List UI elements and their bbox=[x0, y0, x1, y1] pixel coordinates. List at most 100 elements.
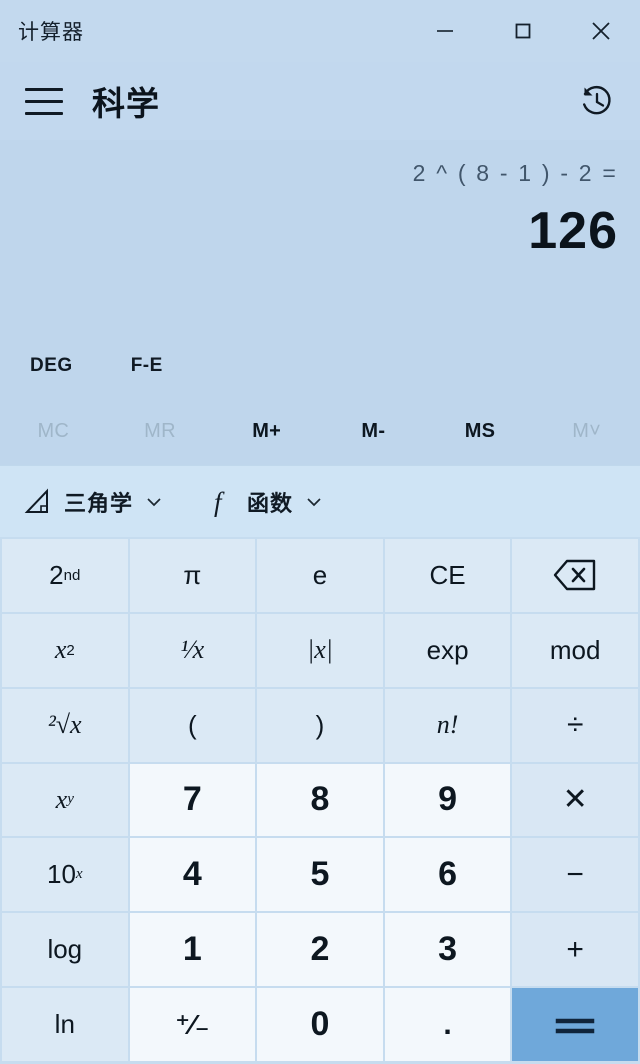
key-clear-entry[interactable]: CE bbox=[384, 539, 511, 612]
key-square[interactable]: x2 bbox=[2, 613, 128, 687]
key-label: ⁺⁄₋ bbox=[175, 1009, 210, 1041]
memory-subtract-button[interactable]: M- bbox=[320, 420, 427, 443]
history-button[interactable] bbox=[568, 73, 624, 129]
page-title: 科学 bbox=[92, 85, 160, 122]
key-label: CE bbox=[429, 559, 466, 590]
key-pi[interactable]: π bbox=[129, 539, 256, 612]
backspace-icon bbox=[553, 560, 596, 591]
key-label: 5 bbox=[310, 855, 330, 894]
angle-unit-toggle[interactable]: DEG bbox=[30, 355, 73, 377]
memory-row: MC MR M+ M- MS M˅ bbox=[0, 397, 640, 465]
function-label: 函数 bbox=[247, 490, 294, 516]
key-backspace[interactable] bbox=[512, 539, 638, 612]
key-square-root[interactable]: ²√x bbox=[2, 688, 128, 762]
svg-text:f: f bbox=[214, 487, 225, 517]
toggle-row: DEG F-E bbox=[0, 335, 640, 397]
trigonometry-label: 三角学 bbox=[64, 490, 134, 516]
key-digit-2[interactable]: 2 bbox=[257, 913, 383, 987]
key-log-base-10[interactable]: log bbox=[2, 913, 128, 987]
minimize-icon bbox=[437, 30, 453, 32]
key-label: ✕ bbox=[562, 783, 588, 817]
key-open-paren[interactable]: ( bbox=[129, 688, 256, 762]
function-menu[interactable]: f 函数 bbox=[209, 486, 323, 518]
chevron-down-icon bbox=[145, 493, 163, 511]
key-label: exp bbox=[426, 634, 469, 665]
key-decimal-point[interactable]: . bbox=[384, 988, 511, 1061]
minimize-button[interactable] bbox=[406, 0, 484, 62]
close-button[interactable] bbox=[562, 0, 640, 62]
fixed-exponential-toggle[interactable]: F-E bbox=[131, 355, 163, 377]
key-add[interactable]: + bbox=[512, 913, 638, 987]
key-label: 2 bbox=[310, 930, 330, 969]
function-f-icon: f bbox=[209, 486, 235, 518]
key-label: − bbox=[566, 857, 584, 891]
key-label: ln bbox=[54, 1009, 75, 1040]
key-modulo[interactable]: mod bbox=[512, 613, 638, 687]
key-label: ¹⁄x bbox=[180, 635, 205, 665]
key-label: π bbox=[183, 559, 202, 590]
result-value[interactable]: 126 bbox=[528, 198, 618, 264]
hamburger-icon bbox=[25, 87, 63, 115]
title-bar: 计算器 bbox=[0, 0, 640, 62]
key-second-function[interactable]: 2nd bbox=[2, 539, 128, 612]
key-label: 4 bbox=[182, 855, 202, 894]
key-label: log bbox=[47, 934, 83, 965]
key-natural-log[interactable]: ln bbox=[2, 988, 128, 1061]
key-digit-3[interactable]: 3 bbox=[384, 913, 511, 987]
key-reciprocal[interactable]: ¹⁄x bbox=[129, 613, 256, 687]
memory-add-button[interactable]: M+ bbox=[213, 420, 320, 443]
key-label: 3 bbox=[438, 930, 458, 969]
key-divide[interactable]: ÷ bbox=[512, 688, 638, 762]
key-digit-7[interactable]: 7 bbox=[129, 763, 256, 837]
key-superscript: x bbox=[75, 866, 83, 883]
window-title: 计算器 bbox=[18, 21, 84, 44]
key-exponent[interactable]: exp bbox=[384, 613, 511, 687]
key-digit-5[interactable]: 5 bbox=[257, 838, 383, 912]
key-equals[interactable] bbox=[512, 988, 638, 1061]
key-label: x bbox=[54, 635, 67, 665]
memory-store-button[interactable]: MS bbox=[427, 420, 534, 443]
key-label: + bbox=[566, 932, 584, 966]
key-euler-e[interactable]: e bbox=[257, 539, 383, 612]
close-icon bbox=[592, 22, 610, 40]
key-absolute-value[interactable]: |x| bbox=[257, 613, 383, 687]
key-label: . bbox=[443, 1007, 452, 1041]
key-digit-1[interactable]: 1 bbox=[129, 913, 256, 987]
key-digit-4[interactable]: 4 bbox=[129, 838, 256, 912]
key-label: 1 bbox=[182, 930, 202, 969]
key-multiply[interactable]: ✕ bbox=[512, 763, 638, 837]
history-icon bbox=[583, 85, 611, 115]
key-label: 8 bbox=[310, 780, 330, 819]
key-label: mod bbox=[549, 634, 601, 665]
key-label: e bbox=[312, 559, 328, 590]
key-label: ) bbox=[315, 709, 325, 740]
keypad: 2nd π e CE x 2 ¹⁄x |x| exp mod ²√x() n! ÷ x y 7 8 9 ✕ 10 x 4 5… bbox=[0, 537, 640, 1064]
key-label: |x| bbox=[307, 635, 333, 665]
key-ten-power-x[interactable]: 10 x bbox=[2, 838, 128, 912]
key-superscript: nd bbox=[63, 566, 81, 584]
key-close-paren[interactable]: ) bbox=[257, 688, 383, 762]
memory-clear-button: MC bbox=[37, 419, 70, 442]
key-digit-6[interactable]: 6 bbox=[384, 838, 511, 912]
maximize-icon bbox=[515, 23, 531, 39]
trigonometry-menu[interactable]: 三角学 bbox=[22, 486, 163, 518]
key-label: 9 bbox=[438, 780, 458, 819]
function-toolbar: 三角学 f 函数 bbox=[0, 465, 640, 537]
key-x-power-y[interactable]: xy bbox=[2, 763, 128, 837]
triangle-icon bbox=[22, 487, 52, 517]
key-digit-0[interactable]: 0 bbox=[257, 988, 383, 1061]
hamburger-menu-button[interactable] bbox=[18, 75, 70, 127]
key-label: n! bbox=[436, 710, 459, 740]
key-factorial[interactable]: n! bbox=[384, 688, 511, 762]
equals-icon bbox=[555, 1018, 595, 1033]
key-sign-toggle[interactable]: ⁺⁄₋ bbox=[129, 988, 256, 1061]
display-area: 2 ^ ( 8 - 1 ) - 2 = 126 bbox=[0, 140, 640, 335]
key-superscript: y bbox=[67, 791, 74, 808]
key-superscript: 2 bbox=[66, 641, 75, 659]
calculator-window: 计算器 科学 2 ^ (8 - 1) - 2 = 126 DEG F-E M… bbox=[0, 0, 640, 1064]
maximize-button[interactable] bbox=[484, 0, 562, 62]
key-subtract[interactable]: − bbox=[512, 838, 638, 912]
key-digit-8[interactable]: 8 bbox=[257, 763, 383, 837]
window-controls bbox=[406, 0, 640, 62]
key-digit-9[interactable]: 9 bbox=[384, 763, 511, 837]
